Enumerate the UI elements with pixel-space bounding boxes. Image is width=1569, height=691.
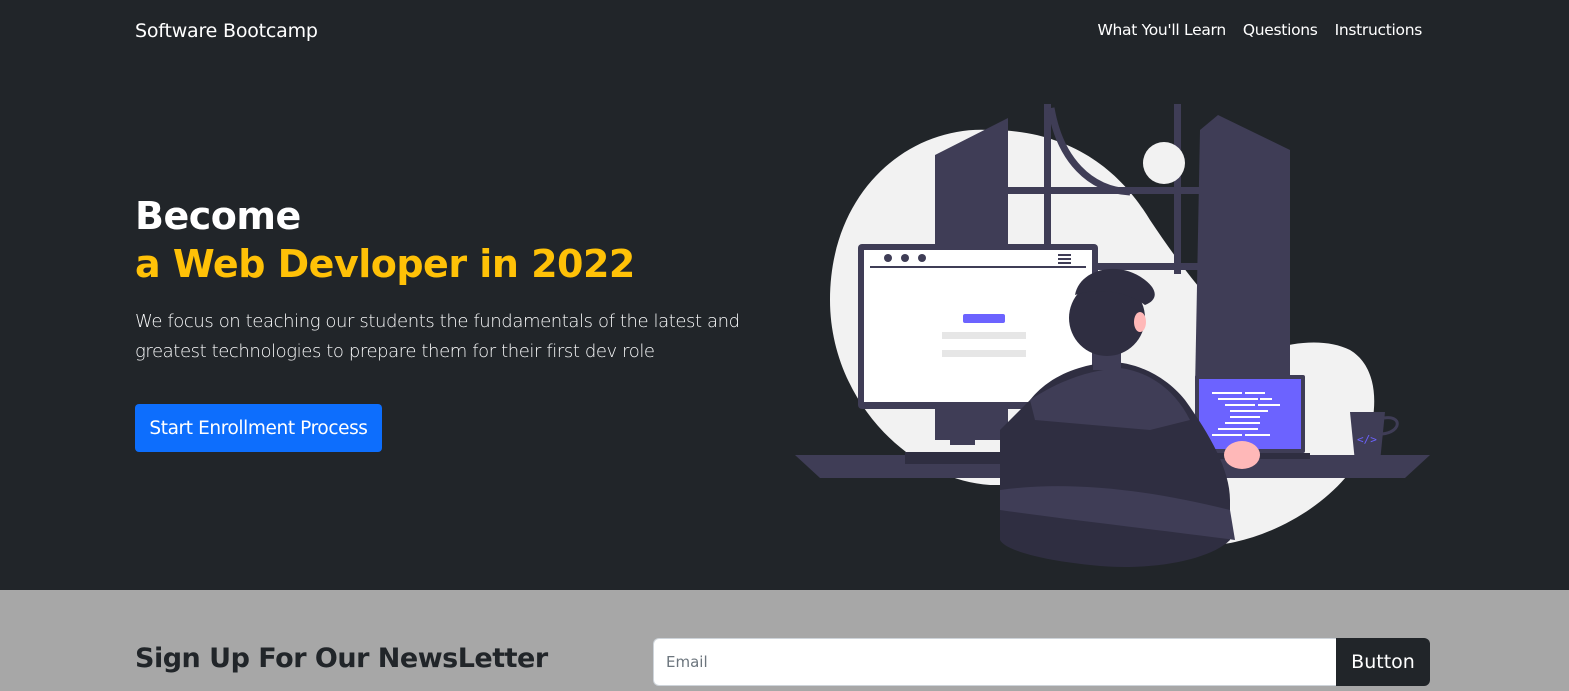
nav-link-instructions[interactable]: Instructions	[1335, 21, 1423, 39]
developer-at-computer-illustration: </>	[795, 104, 1430, 568]
window-dot-icon	[901, 254, 909, 262]
person-hand	[1224, 441, 1260, 469]
screen-line-graphic	[942, 350, 1026, 357]
window-dot-icon	[918, 254, 926, 262]
nav-link-what-youll-learn[interactable]: What You'll Learn	[1097, 21, 1226, 39]
monitor-stand	[950, 405, 975, 445]
start-enrollment-button[interactable]: Start Enrollment Process	[135, 404, 382, 452]
browser-divider	[870, 266, 1086, 268]
brand-link[interactable]: Software Bootcamp	[135, 20, 318, 42]
top-navbar: Software Bootcamp What You'll Learn Ques…	[0, 0, 1569, 64]
email-input[interactable]	[653, 638, 1337, 686]
moon-circle	[1143, 142, 1185, 184]
window-bar-vertical-left	[1044, 104, 1051, 244]
building-right	[1195, 115, 1290, 390]
nav-link-questions[interactable]: Questions	[1243, 21, 1318, 39]
code-icon: </>	[1357, 433, 1377, 446]
window-dot-icon	[884, 254, 892, 262]
newsletter-title: Sign Up For Our NewsLetter	[135, 643, 548, 674]
newsletter-section: Sign Up For Our NewsLetter Button	[0, 590, 1569, 691]
screen-button-graphic	[963, 314, 1005, 323]
hero-title-line1: Become	[135, 194, 301, 238]
hero-description: We focus on teaching our students the fu…	[135, 311, 740, 362]
person-ear	[1134, 312, 1146, 332]
menu-icon	[1058, 254, 1071, 256]
hero-section: Become a Web Devloper in 2022 We focus o…	[0, 64, 1569, 590]
hero-title-line2: a Web Devloper in 2022	[135, 242, 635, 286]
laptop-screen	[1199, 379, 1301, 449]
screen-line-graphic	[942, 332, 1026, 339]
nav-links: What You'll Learn Questions Instructions	[1097, 21, 1422, 39]
newsletter-submit-button[interactable]: Button	[1336, 638, 1430, 686]
